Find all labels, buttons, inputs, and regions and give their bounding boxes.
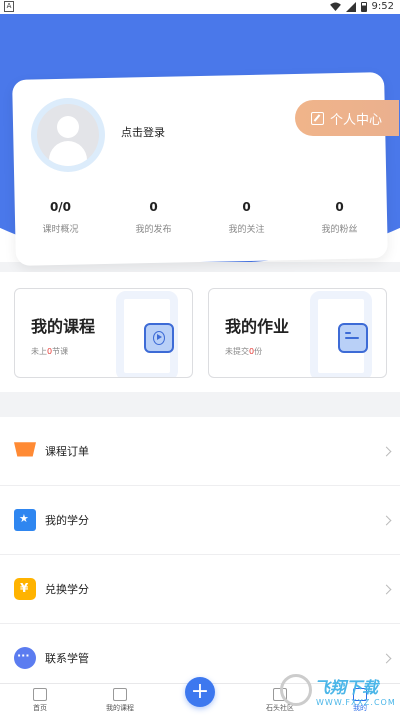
book-icon — [113, 688, 127, 701]
menu-item-course-orders[interactable]: 课程订单 — [0, 417, 400, 486]
my-homework-tile[interactable]: 我的作业 未提交0份 — [208, 288, 387, 378]
nav-home[interactable]: 首页 — [0, 684, 80, 713]
signal-icon — [345, 1, 356, 12]
star-icon — [14, 509, 36, 531]
quick-tiles: 我的课程 未上0节课 我的作业 未提交0份 — [0, 272, 400, 392]
avatar[interactable] — [31, 98, 105, 172]
yen-icon — [14, 578, 36, 600]
profile-card: 点击登录 个人中心 0/0 课时概况 0 我的发布 0 我的关注 0 我的粉丝 — [12, 72, 399, 266]
menu-list: 课程订单 我的学分 兑换学分 联系学管 — [0, 417, 400, 693]
chevron-right-icon — [381, 653, 392, 663]
chat-icon — [14, 647, 36, 669]
stat-lesson-overview[interactable]: 0/0 课时概况 — [14, 200, 107, 235]
my-courses-tile[interactable]: 我的课程 未上0节课 — [14, 288, 193, 378]
my-courses-title: 我的课程 — [31, 317, 96, 336]
edit-icon — [311, 111, 324, 125]
avatar-placeholder-icon — [37, 104, 99, 166]
menu-item-redeem-credits[interactable]: 兑换学分 — [0, 555, 400, 624]
add-button[interactable]: + — [185, 677, 215, 707]
status-time: 9:52 — [371, 1, 394, 12]
profile-header: 点击登录 个人中心 0/0 课时概况 0 我的发布 0 我的关注 0 我的粉丝 — [0, 14, 400, 272]
chevron-right-icon — [381, 446, 392, 456]
my-homework-subtitle: 未提交0份 — [225, 347, 263, 356]
personal-center-label: 个人中心 — [330, 112, 383, 128]
notification-icon: A — [4, 1, 14, 12]
menu-item-my-credits[interactable]: 我的学分 — [0, 486, 400, 555]
nav-my-courses[interactable]: 我的课程 — [80, 684, 160, 713]
chevron-right-icon — [381, 515, 392, 525]
stats-row: 0/0 课时概况 0 我的发布 0 我的关注 0 我的粉丝 — [14, 200, 386, 235]
my-homework-title: 我的作业 — [225, 317, 290, 336]
home-icon — [33, 688, 47, 701]
battery-icon — [360, 1, 367, 12]
stat-my-follows[interactable]: 0 我的关注 — [200, 200, 293, 235]
personal-center-button[interactable]: 个人中心 — [295, 100, 399, 136]
chevron-right-icon — [381, 584, 392, 594]
status-bar: A 9:52 — [0, 0, 400, 14]
login-link[interactable]: 点击登录 — [121, 124, 165, 140]
stat-my-posts[interactable]: 0 我的发布 — [107, 200, 200, 235]
document-icon — [338, 323, 368, 353]
wifi-icon — [329, 2, 341, 11]
play-video-icon — [144, 323, 174, 353]
watermark-logo: 飞翔下载 WWW.FXXZ.COM — [280, 672, 398, 712]
my-courses-subtitle: 未上0节课 — [31, 347, 69, 356]
cart-icon — [14, 442, 36, 457]
stat-my-fans[interactable]: 0 我的粉丝 — [293, 200, 386, 235]
